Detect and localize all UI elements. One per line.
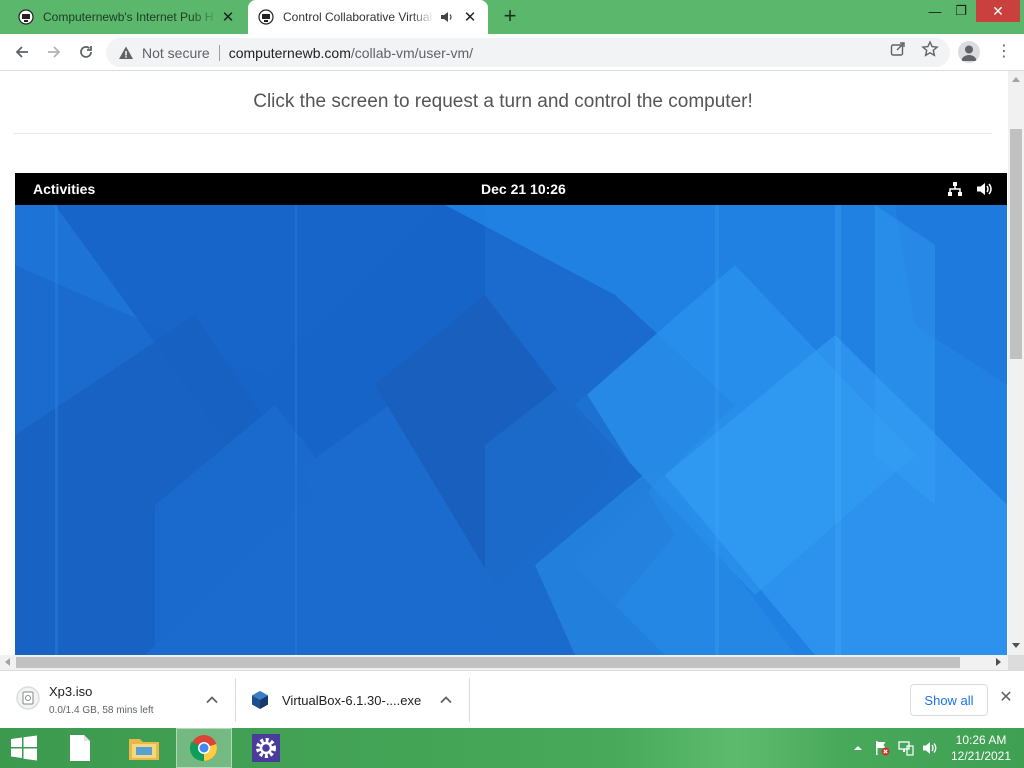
- url-path: /collab-vm/user-vm/: [350, 44, 474, 61]
- tab-strip: Computernewb's Internet Pub H ✕ Control …: [0, 0, 1024, 34]
- warning-triangle-icon[interactable]: [118, 45, 134, 61]
- download-filename: VirtualBox-6.1.30-....exe: [282, 693, 422, 708]
- download-item[interactable]: Xp3.iso 0.0/1.4 GB, 58 mins left: [10, 678, 236, 722]
- browser-menu-button[interactable]: ⋮: [996, 40, 1012, 64]
- taskbar-settings-app[interactable]: [238, 728, 294, 768]
- page-content: Click the screen to request a turn and c…: [0, 71, 1008, 655]
- blank-file-icon: [70, 735, 90, 761]
- download-status: 0.0/1.4 GB, 58 mins left: [49, 705, 154, 716]
- arrow-left-icon: [15, 46, 28, 58]
- arrow-right-icon: [48, 46, 61, 58]
- close-shelf-icon[interactable]: ✕: [998, 690, 1014, 706]
- computernewb-favicon-icon: [258, 9, 274, 25]
- chrome-icon: [190, 735, 217, 762]
- omnibox-divider: [218, 44, 220, 61]
- vertical-scroll-thumb[interactable]: [1010, 129, 1022, 359]
- taskbar-time: 10:26 AM: [955, 733, 1007, 747]
- url-domain: computernewb.com: [228, 44, 351, 61]
- url-text[interactable]: computernewb.com/collab-vm/user-vm/: [229, 45, 473, 61]
- windows-logo-icon: [11, 735, 37, 761]
- taskbar-clock[interactable]: 10:26 AM 12/21/2021: [944, 732, 1018, 764]
- download-item[interactable]: VirtualBox-6.1.30-....exe: [238, 678, 470, 722]
- new-tab-button[interactable]: +: [498, 5, 522, 29]
- download-filename: Xp3.iso: [49, 684, 93, 699]
- restore-window-button[interactable]: ❐: [946, 0, 976, 22]
- chevron-up-icon[interactable]: [438, 692, 454, 708]
- vertical-scrollbar[interactable]: [1008, 71, 1024, 655]
- bookmark-star-icon[interactable]: [921, 40, 939, 58]
- tab-title: Control Collaborative Virtual: [283, 10, 433, 24]
- gnome-clock[interactable]: Dec 21 10:26: [481, 181, 566, 197]
- tab-collab-vm[interactable]: Control Collaborative Virtual ✕: [248, 0, 488, 34]
- taskbar-file-explorer[interactable]: [116, 728, 172, 768]
- person-icon: [961, 45, 977, 61]
- computernewb-favicon-icon: [18, 9, 34, 25]
- volume-icon[interactable]: [922, 740, 938, 756]
- back-button[interactable]: [10, 40, 34, 64]
- tab-title: Computernewb's Internet Pub H: [43, 10, 214, 24]
- close-tab-icon[interactable]: ✕: [460, 7, 480, 27]
- desktop-wallpaper: [15, 205, 1007, 655]
- download-progress-icon: [16, 686, 40, 710]
- scrollbar-corner: [1008, 655, 1024, 670]
- reload-button[interactable]: [74, 40, 98, 64]
- folder-icon: [129, 739, 159, 760]
- close-tab-icon[interactable]: ✕: [218, 7, 238, 27]
- scroll-left-arrow-icon[interactable]: [5, 658, 10, 666]
- scroll-up-arrow-icon[interactable]: [1012, 77, 1020, 82]
- volume-icon[interactable]: [976, 181, 994, 197]
- horizontal-scroll-thumb[interactable]: [16, 657, 960, 668]
- scroll-down-arrow-icon[interactable]: [1012, 643, 1020, 648]
- tab-computernewb-pub[interactable]: Computernewb's Internet Pub H ✕: [8, 0, 246, 34]
- gear-icon: [252, 734, 280, 762]
- divider: [14, 133, 992, 134]
- action-center-flag-icon[interactable]: [874, 740, 890, 756]
- audio-playing-icon[interactable]: [440, 10, 454, 24]
- taskbar-file[interactable]: [52, 728, 108, 768]
- windows-taskbar: 10:26 AM 12/21/2021: [0, 728, 1024, 768]
- download-shelf: Xp3.iso 0.0/1.4 GB, 58 mins left Virtual…: [0, 670, 1024, 728]
- start-button[interactable]: [0, 728, 48, 768]
- network-wired-icon[interactable]: [947, 181, 963, 197]
- network-icon[interactable]: [898, 740, 914, 756]
- horizontal-scrollbar[interactable]: [0, 655, 1008, 670]
- close-window-button[interactable]: ✕: [976, 0, 1020, 22]
- reload-icon: [80, 46, 92, 58]
- forward-button[interactable]: [42, 40, 66, 64]
- address-bar[interactable]: Not secure computernewb.com/collab-vm/us…: [106, 38, 950, 67]
- activities-button[interactable]: Activities: [33, 181, 95, 197]
- show-hidden-icons-icon[interactable]: [850, 740, 866, 756]
- browser-toolbar: Not secure computernewb.com/collab-vm/us…: [0, 34, 1024, 71]
- virtualbox-installer-icon: [252, 691, 268, 709]
- chevron-up-icon[interactable]: [204, 692, 220, 708]
- profile-avatar[interactable]: [958, 41, 980, 63]
- taskbar-date: 12/21/2021: [950, 749, 1012, 763]
- scroll-right-arrow-icon[interactable]: [996, 658, 1001, 666]
- show-all-downloads-button[interactable]: Show all: [910, 684, 988, 716]
- not-secure-label[interactable]: Not secure: [142, 45, 210, 61]
- vm-screen[interactable]: Activities Dec 21 10:26: [15, 173, 1007, 655]
- share-icon[interactable]: [889, 40, 907, 58]
- turn-instruction: Click the screen to request a turn and c…: [253, 91, 753, 112]
- gnome-top-bar: Activities Dec 21 10:26: [15, 173, 1007, 205]
- taskbar-chrome[interactable]: [176, 728, 232, 768]
